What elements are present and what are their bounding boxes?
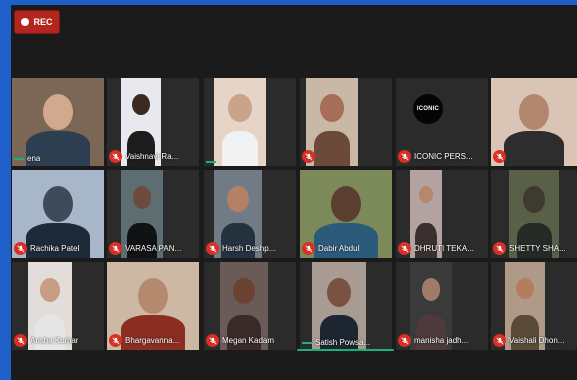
- participant-name: Ansha Kumar: [30, 336, 79, 345]
- participant-name: ICONIC PERS...: [414, 152, 473, 161]
- participant-tile[interactable]: Harsh Deshp...: [204, 170, 296, 258]
- participant-name: Dabir Abdul: [318, 244, 360, 253]
- participant-name: DHRUTI TEKA...: [414, 244, 474, 253]
- participant-nametag: Harsh Deshp...: [206, 242, 275, 255]
- participant-tile[interactable]: DHRUTI TEKA...: [396, 170, 488, 258]
- participant-face: [233, 277, 255, 304]
- participant-face: [418, 185, 434, 204]
- participant-nametag: manisha jadh...: [398, 334, 468, 347]
- participant-name: ena: [27, 154, 41, 163]
- participant-nametag: [302, 150, 318, 163]
- participant-video: [312, 262, 366, 350]
- participant-face: [519, 93, 549, 130]
- participant-tile[interactable]: Ansha Kumar: [12, 262, 104, 350]
- mic-off-icon: [302, 242, 315, 255]
- participant-tile[interactable]: [204, 78, 296, 166]
- participant-face: [43, 93, 73, 130]
- participant-nametag: Rachika Patel: [14, 242, 79, 255]
- participant-face: [132, 185, 152, 209]
- participant-nametag: Vaishali Dhon...: [493, 334, 564, 347]
- recording-indicator: REC: [14, 10, 60, 34]
- mic-off-icon: [14, 242, 27, 255]
- audio-level-icon: [302, 341, 312, 344]
- participant-tile[interactable]: manisha jadh...: [396, 262, 488, 350]
- participant-nametag: ICONIC PERS...: [398, 150, 473, 163]
- participant-nametag: DHRUTI TEKA...: [398, 242, 474, 255]
- participant-nametag: Megan Kadam: [206, 334, 274, 347]
- participant-nametag: Dabir Abdul: [302, 242, 359, 255]
- participant-name: Megan Kadam: [222, 336, 275, 345]
- participant-nametag: Vaishnavi Ra...: [109, 150, 178, 163]
- mic-off-icon: [398, 242, 411, 255]
- participant-name: Bhargavanna...: [125, 336, 180, 345]
- mic-off-icon: [109, 334, 122, 347]
- participant-tile[interactable]: Megan Kadam: [204, 262, 296, 350]
- participant-tile[interactable]: Vaishali Dhon...: [491, 262, 577, 350]
- record-dot-icon: [21, 18, 30, 26]
- participant-tile[interactable]: SHETTY SHA...: [491, 170, 577, 258]
- participant-nametag: Bhargavanna...: [109, 334, 179, 347]
- participant-body: [313, 130, 351, 166]
- participant-name: Rachika Patel: [30, 244, 80, 253]
- participant-face: [138, 277, 168, 314]
- participant-tile[interactable]: VARASA PAN...: [107, 170, 199, 258]
- mic-off-icon: [493, 242, 506, 255]
- participant-tile[interactable]: Dabir Abdul: [300, 170, 392, 258]
- mic-off-icon: [493, 334, 506, 347]
- participant-name: Harsh Deshp...: [222, 244, 276, 253]
- participant-face: [320, 93, 344, 122]
- participant-name: Vaishali Dhon...: [509, 336, 565, 345]
- audio-level-icon: [14, 157, 24, 160]
- participant-tile[interactable]: ena: [12, 78, 104, 166]
- participant-name: SHETTY SHA...: [509, 244, 566, 253]
- participant-nametag: VARASA PAN...: [109, 242, 181, 255]
- participant-nametag: [206, 161, 219, 163]
- mic-off-icon: [398, 150, 411, 163]
- participant-face: [227, 185, 249, 212]
- participant-face: [43, 185, 73, 222]
- participant-body: [503, 130, 565, 166]
- audio-level-icon: [206, 161, 216, 163]
- mic-off-icon: [398, 334, 411, 347]
- participant-face: [326, 277, 352, 307]
- participant-face: [516, 277, 534, 300]
- mic-off-icon: [206, 242, 219, 255]
- mic-off-icon: [14, 334, 27, 347]
- participant-face: [522, 185, 546, 213]
- participant-nametag: [493, 150, 509, 163]
- recording-label: REC: [33, 17, 53, 27]
- participant-nametag: Ansha Kumar: [14, 334, 78, 347]
- participant-name: Satish Powsa...: [315, 338, 371, 347]
- participant-name: manisha jadh...: [414, 336, 469, 345]
- participant-face: [228, 93, 252, 122]
- participant-tile[interactable]: [300, 78, 392, 166]
- participant-nametag: Satish Powsa...: [302, 338, 370, 347]
- active-speaker-indicator: [297, 349, 394, 351]
- participant-tile[interactable]: ICONIC ICONIC PERS...: [396, 78, 488, 166]
- participant-tile[interactable]: Vaishnavi Ra...: [107, 78, 199, 166]
- participant-name: Vaishnavi Ra...: [125, 152, 179, 161]
- participant-video: [214, 78, 266, 166]
- participant-tile[interactable]: Satish Powsa...: [300, 262, 392, 350]
- participant-logo: ICONIC: [413, 93, 443, 124]
- mic-off-icon: [109, 242, 122, 255]
- participant-face: [421, 277, 441, 301]
- participant-face: [40, 277, 60, 302]
- participant-tile[interactable]: Rachika Patel: [12, 170, 104, 258]
- participant-tile[interactable]: [491, 78, 577, 166]
- mic-off-icon: [206, 334, 219, 347]
- mic-off-icon: [302, 150, 315, 163]
- participant-nametag: ena: [14, 154, 40, 163]
- participant-face: [132, 93, 150, 116]
- participant-body: [221, 130, 259, 166]
- participant-tile[interactable]: Bhargavanna...: [107, 262, 199, 350]
- participant-name: VARASA PAN...: [125, 244, 182, 253]
- participant-face: [331, 185, 361, 222]
- participant-nametag: SHETTY SHA...: [493, 242, 566, 255]
- participant-video: [12, 78, 104, 166]
- mic-off-icon: [493, 150, 506, 163]
- mic-off-icon: [109, 150, 122, 163]
